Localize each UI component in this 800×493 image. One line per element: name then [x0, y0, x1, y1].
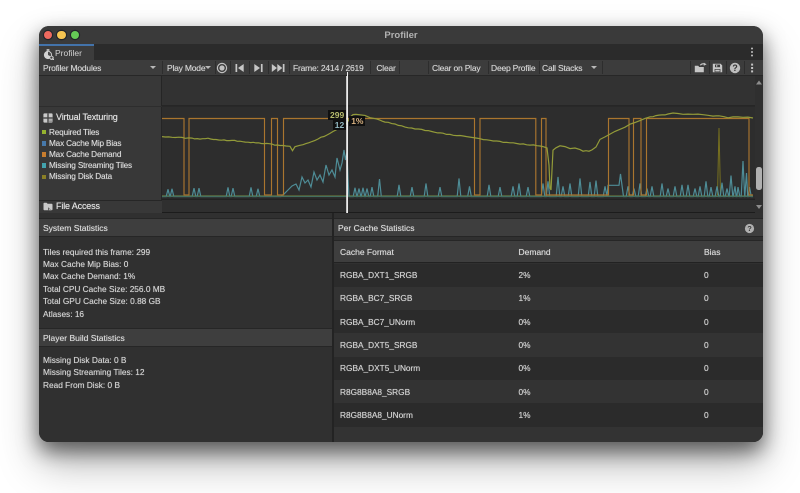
svg-text:?: ?	[747, 224, 752, 233]
svg-text:?: ?	[732, 63, 737, 73]
